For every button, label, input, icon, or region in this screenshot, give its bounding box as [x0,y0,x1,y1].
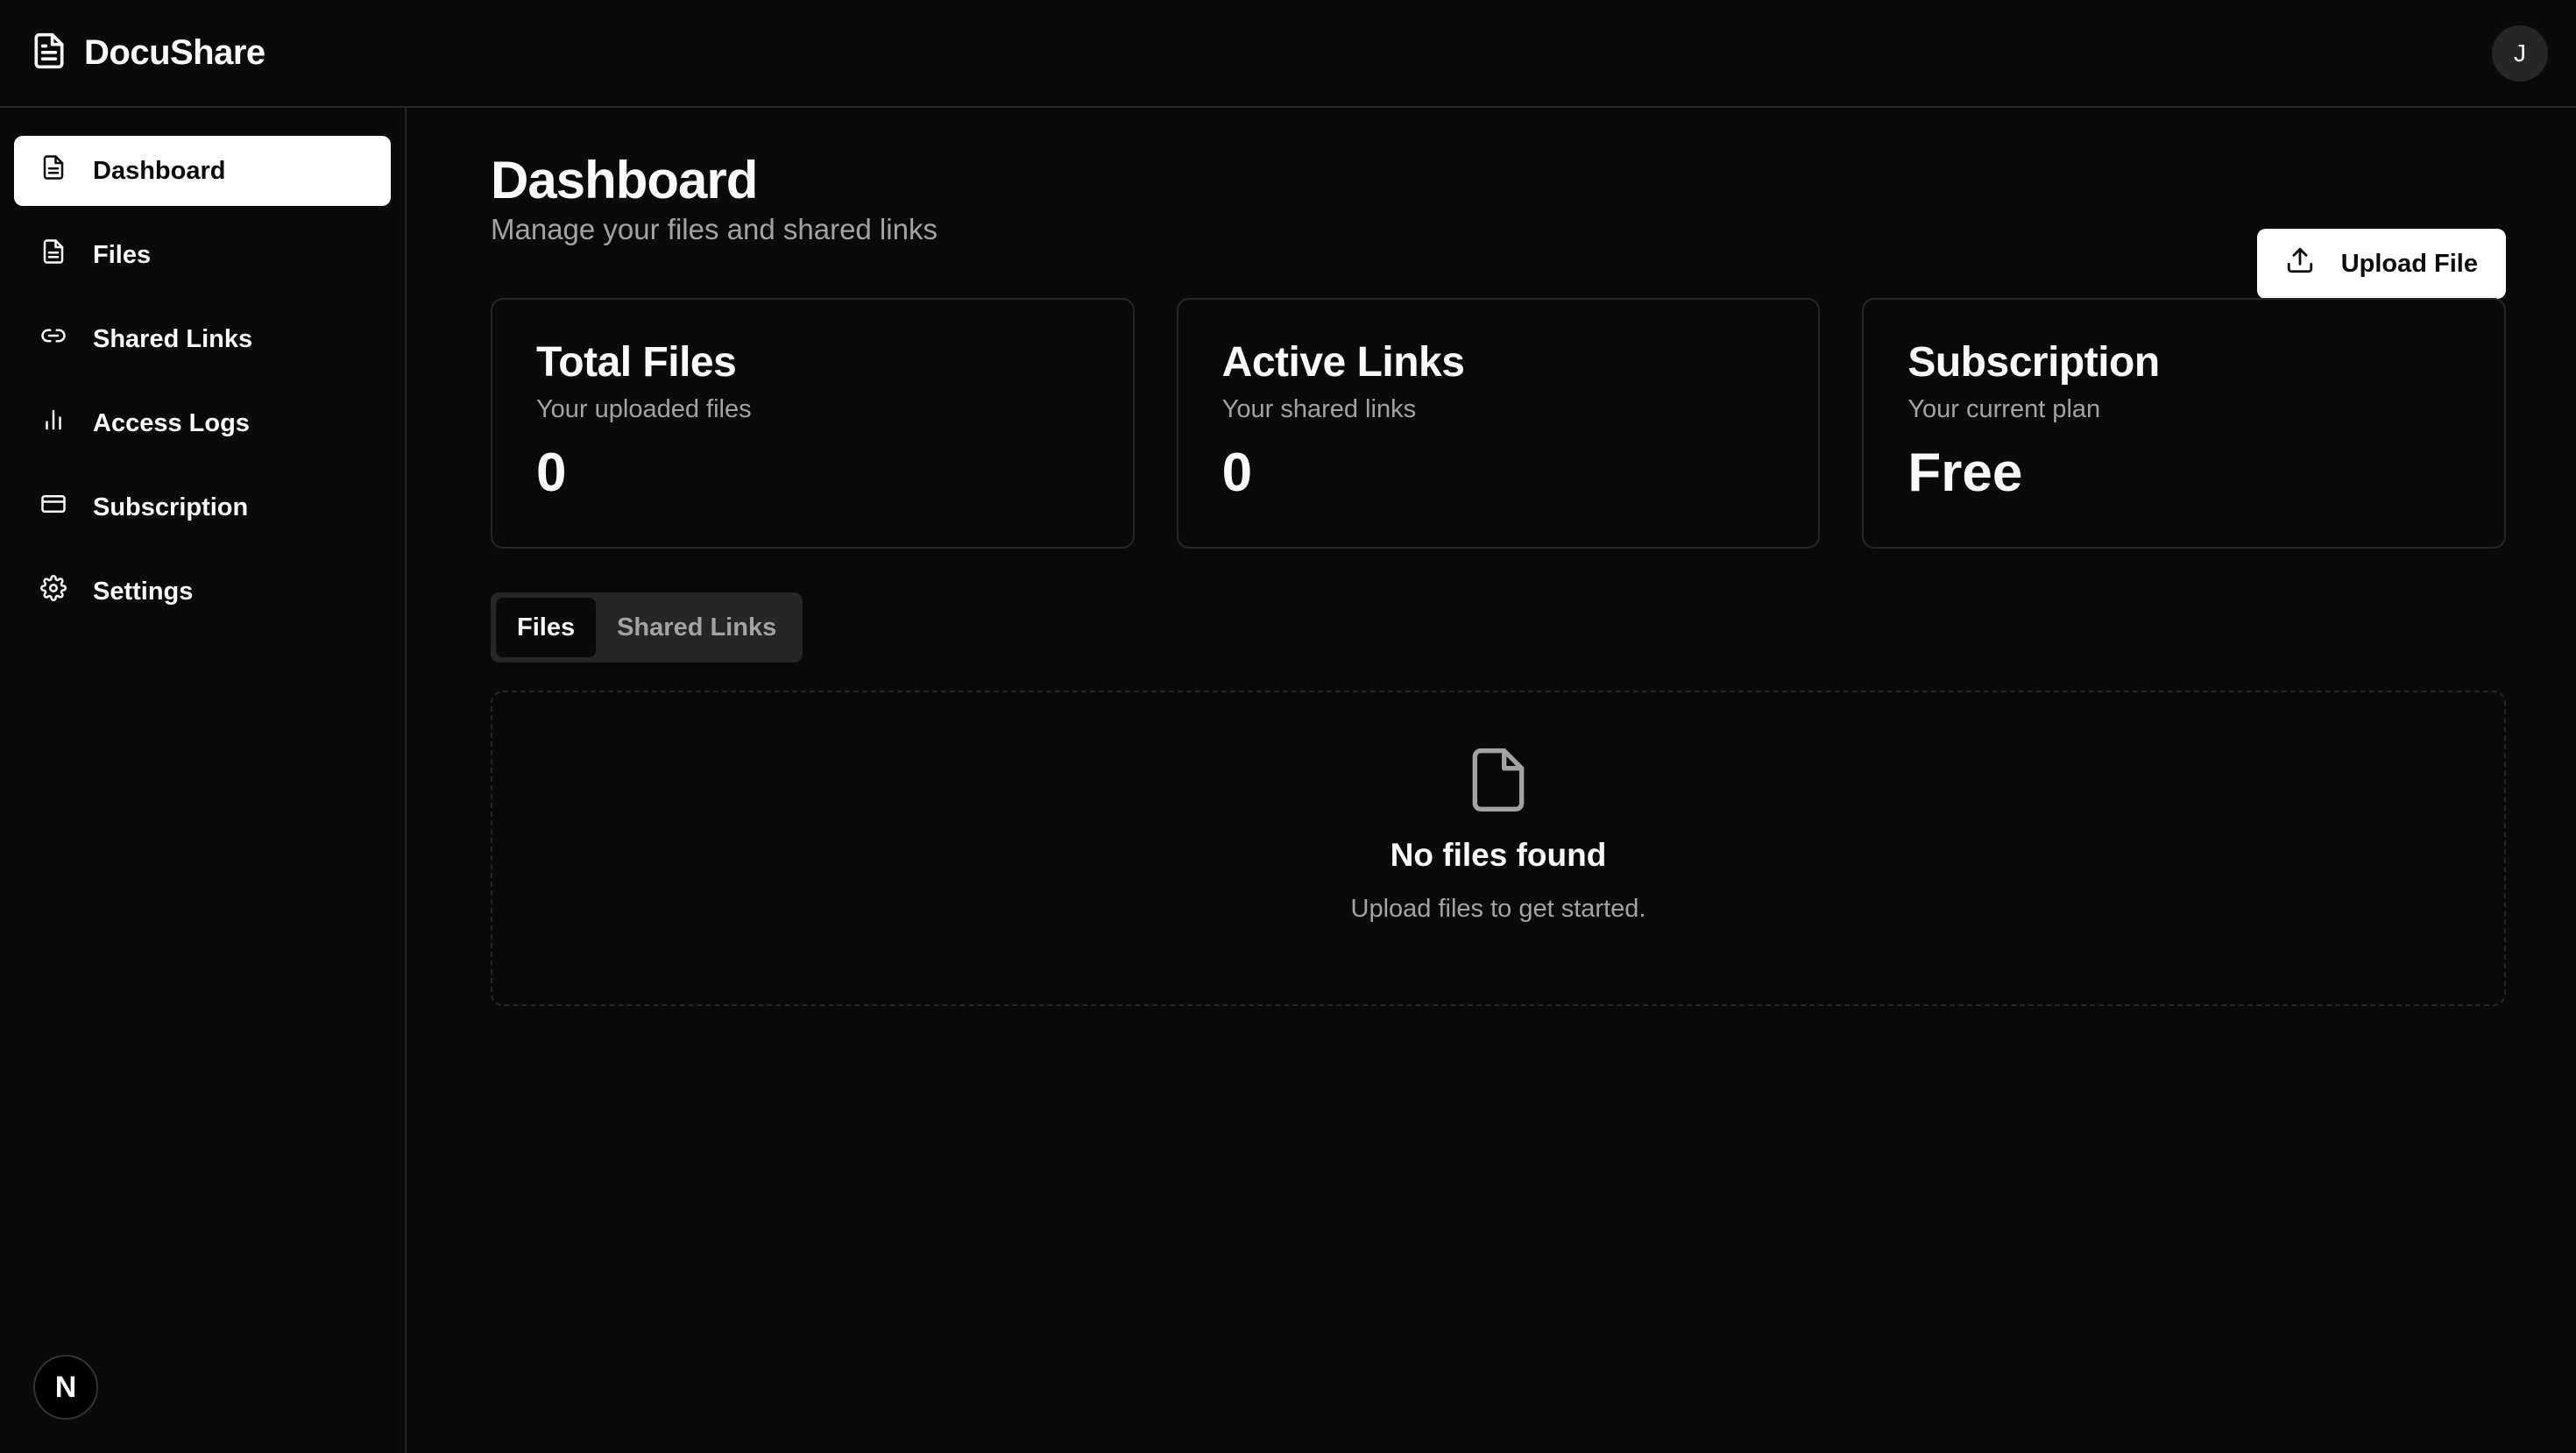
link-icon [40,322,67,356]
card-description: Your shared links [1221,395,1417,423]
card-value: Free [1907,443,2023,503]
next-badge[interactable]: N [33,1355,98,1420]
file-text-icon [30,32,68,74]
sidebar-item-settings[interactable]: Settings [14,556,391,627]
page-title: Dashboard [491,151,758,209]
brand[interactable]: DocuShare [30,32,265,74]
main-content: Dashboard Manage your files and shared l… [491,108,2507,1453]
tab-list: Files Shared Links [491,592,803,663]
card-title: Total Files [536,339,737,386]
empty-state-description: Upload files to get started. [1350,895,1646,923]
card-value: 0 [536,443,567,503]
top-bar: DocuShare J [0,0,2576,108]
tab-shared-links[interactable]: Shared Links [596,598,797,657]
empty-state: No files found Upload files to get start… [491,691,2506,1006]
page-subtitle: Manage your files and shared links [491,213,938,245]
upload-icon [2285,245,2315,282]
upload-file-label: Upload File [2340,249,2478,278]
sidebar-item-dashboard[interactable]: Dashboard [14,136,391,206]
stat-card-total-files: Total Files Your uploaded files 0 [491,298,1135,549]
page-header: Dashboard Manage your files and shared l… [491,152,2506,246]
sidebar-item-files[interactable]: Files [14,220,391,290]
bar-chart-icon [40,407,67,440]
file-text-icon [40,154,67,188]
card-value: 0 [1221,443,1253,503]
sidebar-item-shared-links[interactable]: Shared Links [14,304,391,374]
sidebar-item-label: Shared Links [93,324,253,353]
sidebar-item-label: Settings [93,577,194,606]
upload-file-button[interactable]: Upload File [2256,229,2506,299]
stat-card-subscription: Subscription Your current plan Free [1862,298,2507,549]
card-title: Subscription [1907,339,2160,386]
tab-files[interactable]: Files [496,598,597,657]
empty-state-title: No files found [1390,837,1607,873]
card-description: Your current plan [1907,395,2101,423]
sidebar-item-label: Dashboard [93,156,226,185]
sidebar-item-access-logs[interactable]: Access Logs [14,388,391,458]
stat-card-active-links: Active Links Your shared links 0 [1176,298,1821,549]
sidebar: Dashboard Files Shared Links Access Logs… [0,108,407,1453]
gear-icon [40,575,67,608]
file-icon [1463,745,1533,819]
stats-cards: Total Files Your uploaded files 0 Active… [491,298,2507,549]
user-avatar[interactable]: J [2492,25,2548,82]
credit-card-icon [40,491,67,524]
sidebar-item-subscription[interactable]: Subscription [14,472,391,542]
card-title: Active Links [1221,339,1465,386]
sidebar-item-label: Files [93,240,152,269]
sidebar-item-label: Access Logs [93,408,250,437]
app-name: DocuShare [84,33,265,72]
card-description: Your uploaded files [536,395,752,423]
sidebar-item-label: Subscription [93,493,249,521]
file-icon [40,238,67,272]
